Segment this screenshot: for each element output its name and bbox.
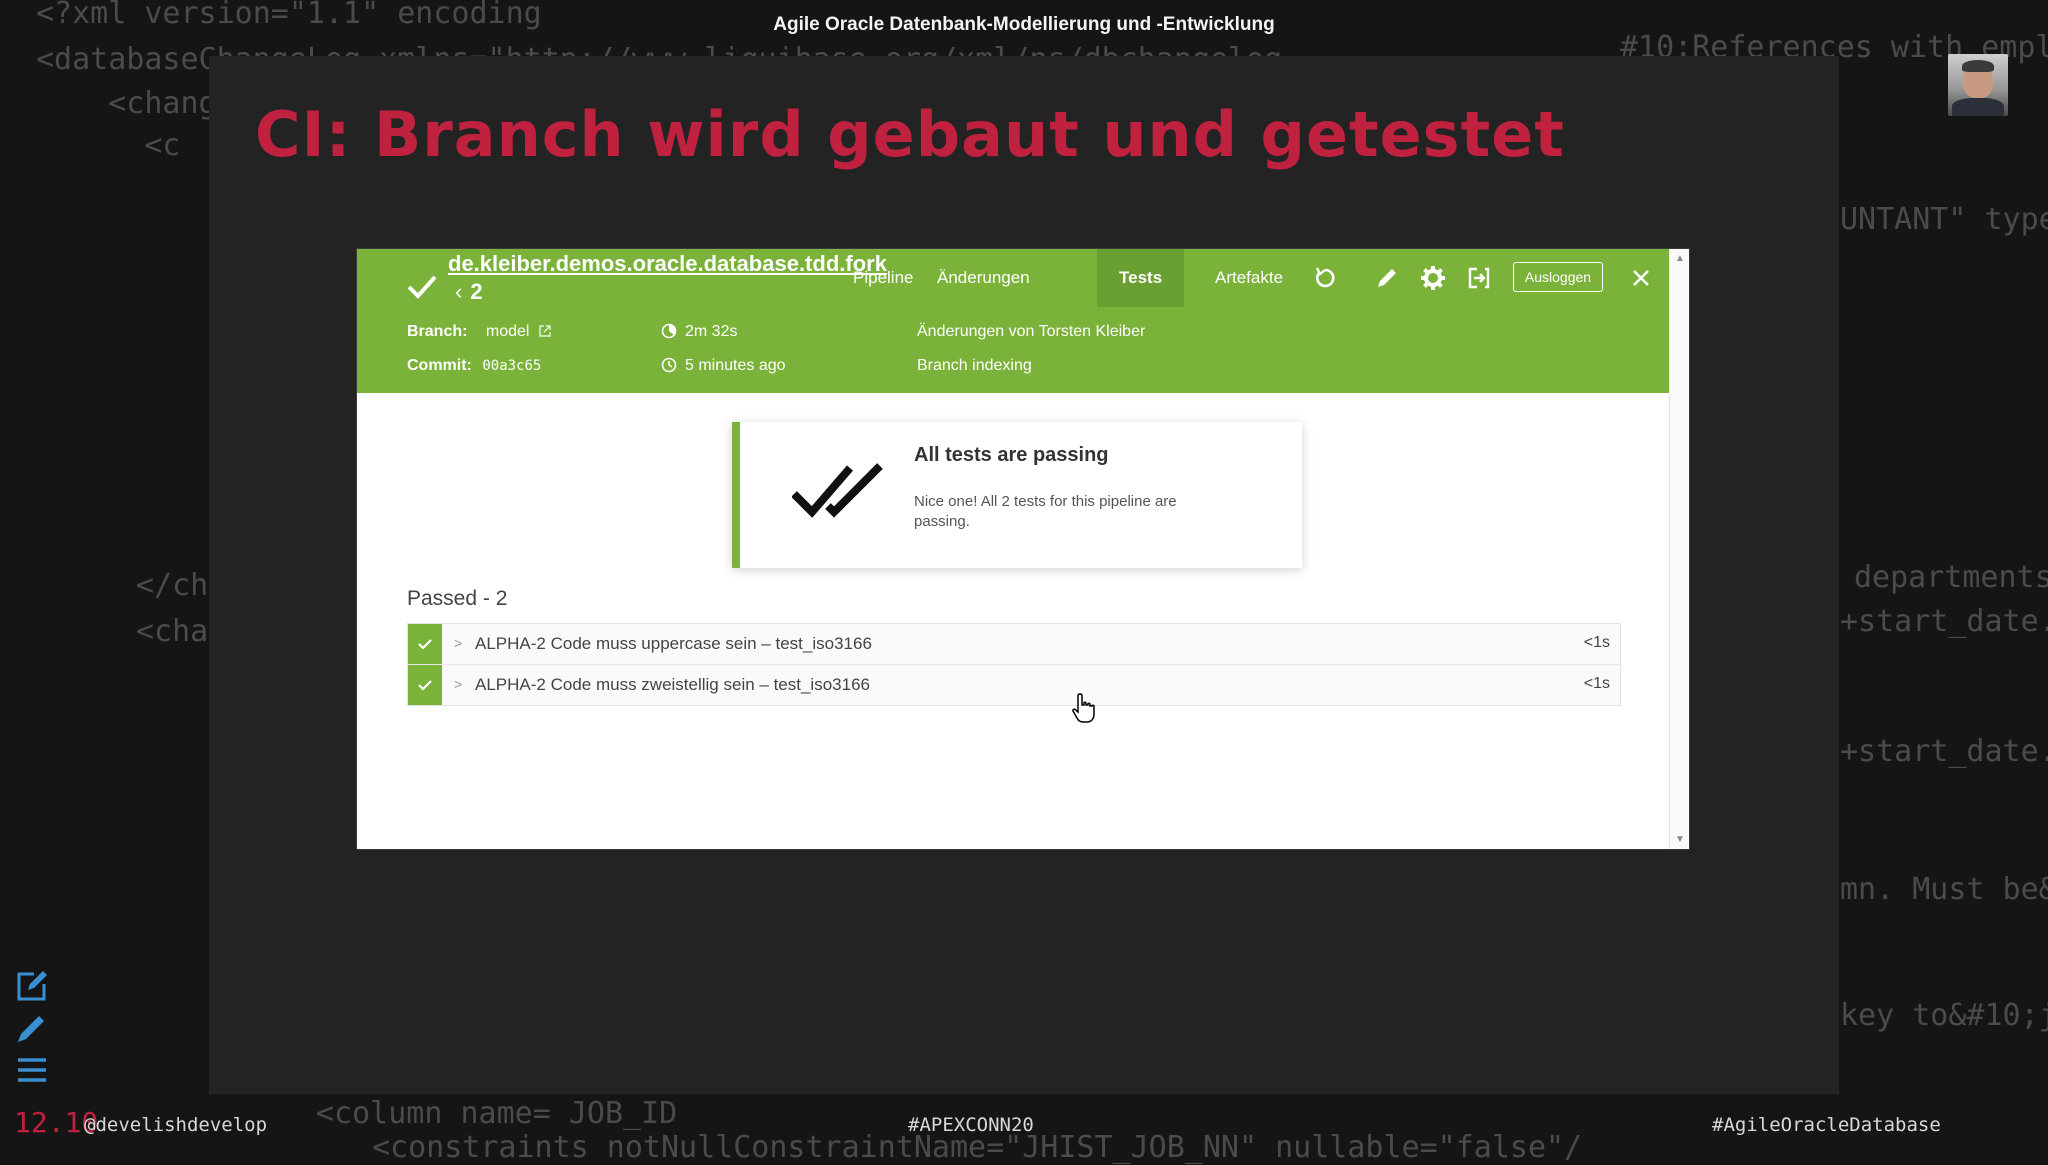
time-ago-value: 5 minutes ago: [685, 357, 786, 374]
time-ago: 5 minutes ago: [661, 357, 786, 375]
open-classic-icon[interactable]: [1465, 264, 1493, 292]
duration-value: 2m 32s: [685, 323, 738, 340]
commit-info: Commit: 00a3c65: [407, 357, 541, 375]
code-line: <column name= JOB_ID: [316, 1096, 678, 1131]
scroll-up-icon[interactable]: ▲: [1675, 253, 1685, 264]
test-row[interactable]: > ALPHA-2 Code muss uppercase sein – tes…: [408, 624, 1620, 665]
check-icon: [418, 639, 432, 650]
test-name: ALPHA-2 Code muss uppercase sein – test_…: [475, 634, 872, 653]
test-name: ALPHA-2 Code muss zweistellig sein – tes…: [475, 675, 870, 694]
twitter-handle: @develishdevelop: [84, 1114, 268, 1136]
run-number: ‹ 2: [455, 279, 483, 305]
settings-icon[interactable]: [1419, 264, 1447, 292]
passed-heading: Passed - 2: [407, 587, 508, 610]
passed-status: [408, 624, 442, 664]
tab-changes[interactable]: Änderungen: [915, 249, 1052, 307]
replay-icon[interactable]: [1311, 264, 1339, 292]
code-line: key to&#10;jo: [1840, 998, 2048, 1033]
scroll-down-icon[interactable]: ▼: [1675, 834, 1685, 845]
success-check-icon: [407, 275, 437, 299]
pen-icon[interactable]: [14, 1010, 50, 1046]
code-line: departments: [1854, 560, 2048, 595]
test-list: > ALPHA-2 Code muss uppercase sein – tes…: [407, 623, 1621, 706]
annotation-tools: [14, 968, 50, 1094]
scrollbar[interactable]: ▲ ▼: [1669, 249, 1689, 849]
video-title: Agile Oracle Datenbank-Modellierung und …: [773, 14, 1275, 35]
topic-hashtag: #AgileOracleDatabase: [1712, 1114, 1941, 1136]
test-duration: <1s: [1583, 634, 1610, 651]
tab-tests[interactable]: Tests: [1097, 249, 1185, 307]
test-row[interactable]: > ALPHA-2 Code muss zweistellig sein – t…: [408, 665, 1620, 705]
clock-icon: [661, 357, 677, 373]
banner-title: All tests are passing: [914, 444, 1109, 466]
chevron-right-icon[interactable]: >: [454, 635, 462, 651]
branch-info: Branch: model: [407, 323, 560, 341]
passed-status: [408, 665, 442, 705]
check-icon: [418, 680, 432, 691]
code-line: <chang: [36, 86, 217, 121]
close-icon[interactable]: [1629, 266, 1653, 290]
run-number-value: 2: [470, 279, 483, 304]
jenkins-window: de.kleiber.demos.oracle.database.tdd.for…: [357, 249, 1689, 849]
code-line: mn. Must be&#: [1840, 872, 2048, 907]
presenter-avatar: [1948, 54, 2008, 116]
duration-icon: [661, 323, 677, 339]
code-line: <cha: [136, 614, 209, 649]
changes-by: Änderungen von Torsten Kleiber: [917, 323, 1146, 340]
run-cause: Branch indexing: [917, 357, 1032, 374]
code-line: <c: [36, 128, 181, 163]
edit-note-icon[interactable]: [14, 968, 50, 1004]
branch-value[interactable]: model: [486, 323, 530, 340]
conference-hashtag: #APEXCONN20: [908, 1114, 1034, 1136]
chevron-left-icon: ‹: [455, 279, 463, 304]
banner-text: Nice one! All 2 tests for this pipeline …: [914, 493, 1177, 530]
hand-cursor-icon: [1072, 693, 1095, 723]
chevron-right-icon[interactable]: >: [454, 676, 462, 692]
commit-label: Commit:: [407, 357, 472, 374]
tests-passing-banner: All tests are passing Nice one! All 2 te…: [732, 422, 1302, 568]
commit-value: 00a3c65: [482, 358, 542, 374]
edit-icon[interactable]: [1373, 264, 1401, 292]
branch-label: Branch:: [407, 323, 468, 340]
external-link-icon[interactable]: [538, 324, 552, 338]
logout-button[interactable]: Ausloggen: [1513, 262, 1603, 292]
double-check-icon: [792, 463, 883, 518]
menu-icon[interactable]: [14, 1052, 50, 1088]
code-line: +start_date.: [1840, 604, 2048, 639]
code-line: UNTANT" type=: [1840, 202, 2048, 237]
slide-title: CI: Branch wird gebaut und getestet: [255, 98, 1565, 171]
test-duration: <1s: [1583, 675, 1610, 692]
tab-artifacts[interactable]: Artefakte: [1193, 249, 1305, 307]
run-header: de.kleiber.demos.oracle.database.tdd.for…: [357, 249, 1670, 393]
project-name-link[interactable]: de.kleiber.demos.oracle.database.tdd.for…: [448, 251, 887, 277]
code-line: +start_date.&: [1840, 734, 2048, 769]
duration: 2m 32s: [661, 323, 737, 341]
